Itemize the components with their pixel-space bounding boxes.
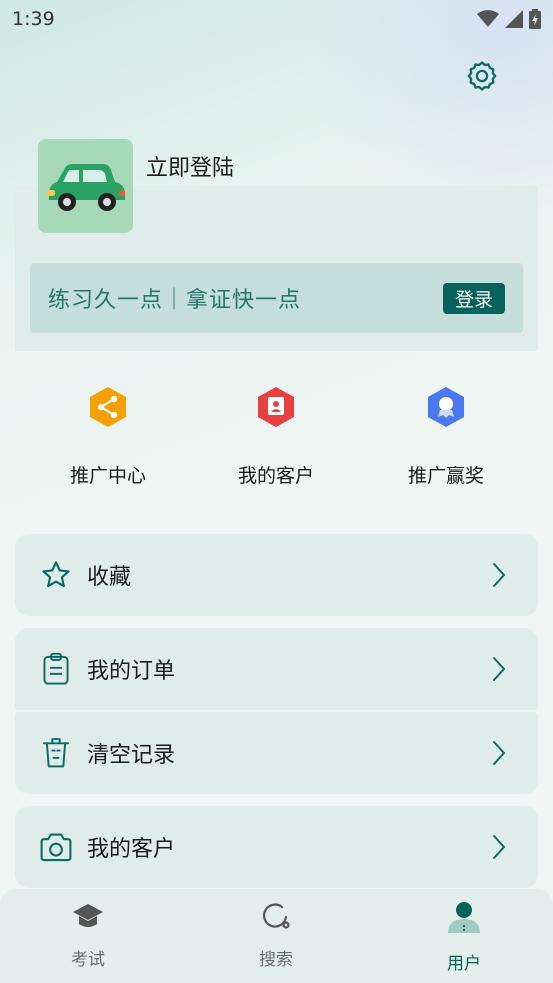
quick-label: 我的客户: [237, 465, 314, 487]
star-icon: [42, 561, 70, 588]
wifi-icon: [477, 10, 499, 27]
user-icon: [448, 902, 480, 933]
nav-label: 搜索: [259, 950, 293, 970]
customer-icon: [258, 387, 294, 427]
battery-icon: [529, 9, 541, 29]
nav-label: 用户: [447, 954, 481, 974]
quick-actions: 推广中心 我的客户 推广赢奖: [0, 385, 553, 495]
chevron-right-icon: [493, 563, 506, 587]
chevron-right-icon: [493, 835, 506, 859]
chevron-right-icon: [493, 657, 506, 681]
quick-item-promotion-award[interactable]: 推广赢奖: [381, 385, 511, 488]
camera-icon: [40, 833, 72, 862]
login-button[interactable]: 登录: [442, 282, 505, 314]
car-icon: [46, 164, 125, 211]
nav-item-exam[interactable]: 考试: [38, 901, 138, 970]
nav-item-search[interactable]: 搜索: [226, 901, 326, 970]
status-bar: 1:39: [0, 0, 553, 38]
graduation-cap-icon: [73, 904, 103, 927]
nav-label: 考试: [71, 950, 105, 970]
trash-icon: [42, 738, 70, 768]
login-title[interactable]: 立即登陆: [146, 150, 234, 182]
menu-item-my-customers[interactable]: 我的客户: [15, 806, 538, 888]
menu-label: 我的订单: [87, 659, 176, 684]
quick-item-promotion-center[interactable]: 推广中心: [43, 385, 173, 488]
slogan-text: 练习久一点｜拿证快一点: [48, 288, 302, 313]
gear-icon: [467, 61, 497, 91]
menu-item-favorites[interactable]: 收藏: [15, 534, 538, 616]
quick-label: 推广中心: [69, 465, 146, 487]
award-icon: [428, 387, 464, 427]
settings-button[interactable]: [464, 58, 500, 94]
menu-label: 我的客户: [87, 837, 176, 862]
search-icon: [263, 903, 290, 929]
menu-item-my-orders[interactable]: 我的订单: [15, 628, 538, 710]
slogan-bar: 练习久一点｜拿证快一点 登录: [30, 263, 523, 333]
bottom-nav: 考试 搜索 用户: [0, 889, 553, 983]
status-icons: [477, 9, 541, 29]
menu-label: 清空记录: [87, 743, 176, 768]
share-icon: [90, 387, 126, 427]
status-time: 1:39: [12, 8, 55, 30]
menu-label: 收藏: [87, 565, 132, 590]
signal-icon: [505, 10, 523, 28]
clipboard-icon: [43, 652, 69, 685]
menu-item-clear-history[interactable]: 清空记录: [15, 712, 538, 794]
avatar[interactable]: [38, 139, 133, 233]
nav-item-user[interactable]: 用户: [414, 901, 514, 974]
chevron-right-icon: [493, 741, 506, 765]
quick-label: 推广赢奖: [407, 465, 484, 487]
quick-item-my-customers[interactable]: 我的客户: [211, 385, 341, 488]
